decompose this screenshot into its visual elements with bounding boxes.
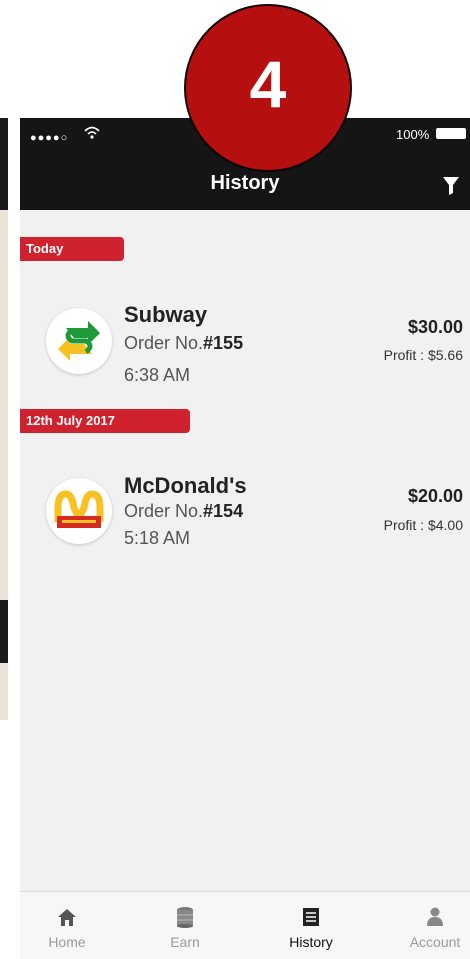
page-title: History xyxy=(210,172,280,194)
wifi-icon xyxy=(84,126,100,139)
signal-indicator: ●●●●○ xyxy=(30,132,69,144)
battery-icon xyxy=(436,128,466,139)
order-number: Order No.#155 xyxy=(124,333,244,353)
bottom-tab-bar: Home Earn History Account xyxy=(20,891,470,959)
order-profit: Profit : $4.00 xyxy=(383,517,463,533)
restaurant-name: McDonald's xyxy=(124,473,247,498)
order-amount: $30.00 xyxy=(407,317,463,337)
section-label-today: Today xyxy=(20,237,124,261)
tab-account[interactable]: Account xyxy=(390,892,470,959)
home-icon xyxy=(58,909,76,926)
list-icon xyxy=(303,908,319,926)
order-profit: Profit : $5.66 xyxy=(383,347,463,363)
mcdonalds-logo xyxy=(46,478,112,544)
order-time: 5:18 AM xyxy=(124,528,191,548)
coins-icon xyxy=(177,907,193,928)
adjacent-header xyxy=(0,118,8,210)
tab-history[interactable]: History xyxy=(266,892,356,959)
section-label-date: 12th July 2017 xyxy=(20,409,190,433)
history-screen: ●●●●○ 100% History Today Subway Order No… xyxy=(20,118,470,959)
tab-label: Earn xyxy=(170,934,200,950)
tab-earn[interactable]: Earn xyxy=(140,892,230,959)
tab-label: Account xyxy=(409,934,461,950)
adjacent-footer xyxy=(0,600,8,663)
tab-label: History xyxy=(289,934,333,950)
subway-logo xyxy=(46,308,112,374)
order-number: Order No.#154 xyxy=(124,501,244,521)
order-time: 6:38 AM xyxy=(124,365,191,385)
tab-home[interactable]: Home xyxy=(22,892,112,959)
tab-label: Home xyxy=(48,934,86,950)
step-number: 4 xyxy=(249,47,287,121)
step-number-badge: 4 xyxy=(184,4,352,172)
order-amount: $20.00 xyxy=(407,486,463,506)
filter-icon[interactable] xyxy=(442,174,460,196)
restaurant-name: Subway xyxy=(124,302,208,327)
adjacent-screen-edge xyxy=(0,118,8,720)
user-icon xyxy=(427,907,443,926)
battery-percentage: 100% xyxy=(396,127,430,142)
